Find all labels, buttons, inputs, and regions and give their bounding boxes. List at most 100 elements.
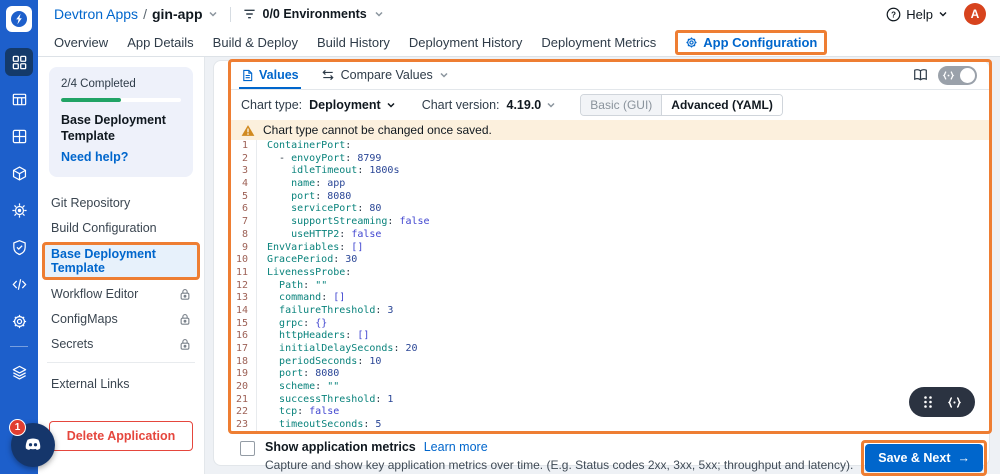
sidebar-item-api[interactable]	[5, 270, 33, 298]
help-label: Help	[906, 7, 933, 22]
breadcrumb-app-name[interactable]: gin-app	[152, 6, 203, 22]
code-line: 19 port: 8080	[230, 368, 989, 381]
sidebar-divider	[10, 346, 28, 347]
sidebar-item-security[interactable]	[5, 233, 33, 261]
chevron-down-icon	[938, 9, 948, 19]
chart-version-select[interactable]: 4.19.0	[507, 98, 557, 112]
lock-icon	[179, 288, 191, 301]
need-help-link[interactable]: Need help?	[61, 150, 181, 164]
nav-item-base-deployment-template[interactable]: Base Deployment Template	[42, 242, 200, 280]
code-line: 8 useHTTP2: false	[230, 229, 989, 242]
code-line: 14 failureThreshold: 3	[230, 305, 989, 318]
metrics-title: Show application metrics	[265, 440, 416, 454]
top-header: Devtron Apps / gin-app 0/0 Environments …	[38, 0, 1000, 57]
user-avatar[interactable]: A	[964, 3, 986, 25]
code-line: 10GracePeriod: 30	[230, 254, 989, 267]
nav-item-secrets[interactable]: Secrets	[49, 333, 193, 355]
readme-button[interactable]	[913, 68, 928, 82]
editor-mode-switch: Basic (GUI) Advanced (YAML)	[580, 94, 783, 116]
nav-item-git-repository[interactable]: Git Repository	[49, 192, 193, 214]
annotation-box-save: Save & Next →	[861, 440, 987, 476]
chevron-down-icon	[386, 100, 396, 110]
nav-item-build-configuration[interactable]: Build Configuration	[49, 217, 193, 239]
environments-count: 0/0 Environments	[263, 7, 367, 21]
lock-icon	[179, 313, 191, 326]
breadcrumb-separator: /	[143, 6, 147, 22]
delete-application-button[interactable]: Delete Application	[49, 421, 193, 451]
sidebar-item-chart-store[interactable]	[5, 159, 33, 187]
chart-version-label: Chart version:	[422, 98, 500, 112]
tab-build-deploy[interactable]: Build & Deploy	[213, 35, 298, 50]
code-line: 5 port: 8080	[230, 191, 989, 204]
security-shield-icon	[11, 239, 28, 256]
nav-item-workflow-editor[interactable]: Workflow Editor	[49, 283, 193, 305]
main-content: Values Compare Values	[205, 57, 1000, 474]
code-line: 6 servicePort: 80	[230, 203, 989, 216]
show-application-metrics-checkbox[interactable]	[240, 441, 255, 456]
devtron-logo-icon	[10, 10, 28, 28]
editor-floating-toolbar[interactable]	[909, 387, 975, 417]
sidebar-item-applications[interactable]	[5, 48, 33, 76]
devtron-logo[interactable]	[6, 6, 32, 32]
compare-arrows-icon	[321, 69, 335, 81]
nav-item-label: Base Deployment Template	[51, 247, 191, 275]
svg-text:?: ?	[891, 10, 896, 19]
sidebar-item-global-config[interactable]	[5, 307, 33, 335]
mode-advanced-yaml[interactable]: Advanced (YAML)	[661, 95, 782, 115]
environments-filter[interactable]: 0/0 Environments	[243, 7, 384, 21]
tab-app-configuration[interactable]: App Configuration	[675, 30, 827, 55]
gear-icon	[685, 36, 698, 49]
code-line: 22 tcp: false	[230, 406, 989, 419]
code-line: 11LivenessProbe:	[230, 267, 989, 280]
help-menu[interactable]: ? Help	[886, 7, 948, 22]
nav-item-label: ConfigMaps	[51, 312, 118, 326]
chart-type-select[interactable]: Deployment	[309, 98, 396, 112]
toggle-knob	[960, 68, 975, 83]
arrow-right-icon: →	[958, 451, 971, 465]
tab-deployment-history[interactable]: Deployment History	[409, 35, 522, 50]
save-next-button[interactable]: Save & Next →	[865, 444, 983, 472]
chart-type-label: Chart type:	[241, 98, 302, 112]
tab-app-details[interactable]: App Details	[127, 35, 193, 50]
tab-overview[interactable]: Overview	[54, 35, 108, 50]
breadcrumb-devtron-apps[interactable]: Devtron Apps	[54, 6, 138, 22]
apps-grid-icon	[11, 54, 28, 71]
scoped-variables-toggle[interactable]	[938, 66, 977, 85]
chart-config-bar: Chart type: Deployment Chart version: 4.…	[230, 90, 989, 120]
mode-basic-gui[interactable]: Basic (GUI)	[581, 95, 661, 115]
nav-item-label: Git Repository	[51, 196, 130, 210]
code-line: 15 grpc: {}	[230, 318, 989, 331]
sidebar-item-jobs[interactable]	[5, 85, 33, 113]
compare-values-dropdown[interactable]: Compare Values	[321, 68, 449, 82]
learn-more-link[interactable]: Learn more	[424, 440, 488, 454]
compare-values-label: Compare Values	[341, 68, 433, 82]
sidebar-item-stack-manager[interactable]	[5, 358, 33, 386]
code-brackets-icon	[942, 69, 955, 82]
nav-item-label: External Links	[51, 377, 130, 391]
sidebar-item-application-groups[interactable]	[5, 122, 33, 150]
chevron-down-icon[interactable]	[208, 9, 218, 19]
tab-values-label: Values	[259, 68, 299, 82]
chart-store-cube-icon	[11, 165, 28, 182]
application-groups-icon	[11, 128, 28, 145]
clusters-helm-icon	[11, 202, 28, 219]
tab-build-history[interactable]: Build History	[317, 35, 390, 50]
app-tabs: Overview App Details Build & Deploy Buil…	[38, 28, 1000, 56]
card-footer: Show application metrics Learn more Capt…	[214, 432, 989, 476]
tab-deployment-metrics[interactable]: Deployment Metrics	[541, 35, 656, 50]
tab-values[interactable]: Values	[241, 61, 299, 89]
chart-type-value: Deployment	[309, 98, 381, 112]
progress-card: 2/4 Completed Base Deployment Template N…	[49, 67, 193, 177]
yaml-editor[interactable]: 1ContainerPort:2 - envoyPort: 87993 idle…	[230, 140, 989, 432]
nav-item-external-links[interactable]: External Links	[49, 373, 193, 395]
code-line: 17 initialDelaySeconds: 20	[230, 343, 989, 356]
discord-chat-widget[interactable]: 1	[11, 423, 55, 467]
jobs-table-icon	[11, 91, 28, 108]
nav-item-configmaps[interactable]: ConfigMaps	[49, 308, 193, 330]
sidebar-item-clusters[interactable]	[5, 196, 33, 224]
code-icon	[11, 276, 28, 293]
nav-item-label: Workflow Editor	[51, 287, 138, 301]
chart-version-value: 4.19.0	[507, 98, 542, 112]
config-nav-panel: 2/4 Completed Base Deployment Template N…	[38, 57, 205, 474]
code-line: 12 Path: ""	[230, 280, 989, 293]
